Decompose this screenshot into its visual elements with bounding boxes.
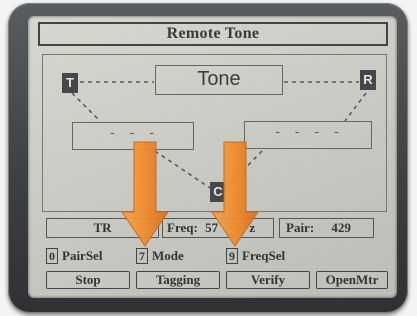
key-0-label: PairSel (62, 248, 103, 263)
stop-softkey[interactable]: Stop (46, 271, 130, 289)
freq-tail: z (249, 220, 256, 235)
pair-value: 429 (331, 220, 351, 235)
right-field: - - - - (244, 121, 372, 149)
mode-status-value: TR (93, 220, 112, 235)
key-7-badge[interactable]: 7 (136, 248, 148, 264)
left-field: - - - (72, 122, 194, 150)
freq-label: Freq: (167, 220, 198, 235)
key-9-badge[interactable]: 9 (226, 248, 238, 264)
tone-label-box: Tone (155, 65, 283, 95)
verify-softkey[interactable]: Verify (226, 271, 310, 289)
tagging-softkey[interactable]: Tagging (136, 271, 220, 289)
screen-title: Remote Tone (38, 22, 388, 46)
freq-status-box: Freq: 57 z (162, 218, 274, 238)
common-node: C (210, 182, 226, 202)
pair-status-box: Pair: 429 (279, 218, 374, 238)
transmitter-node: T (62, 73, 78, 93)
openmtr-softkey[interactable]: OpenMtr (316, 271, 388, 289)
receiver-node: R (360, 70, 376, 90)
freq-value: 57 (205, 220, 219, 235)
mode-status-box: TR (46, 218, 159, 238)
key-9-label: FreqSel (242, 248, 286, 263)
key-7-label: Mode (152, 248, 184, 263)
device-photo: Remote Tone T R C Tone - - - - - - - TR … (0, 0, 417, 316)
pair-label: Pair: (286, 220, 315, 235)
key-0-badge[interactable]: 0 (46, 248, 58, 264)
